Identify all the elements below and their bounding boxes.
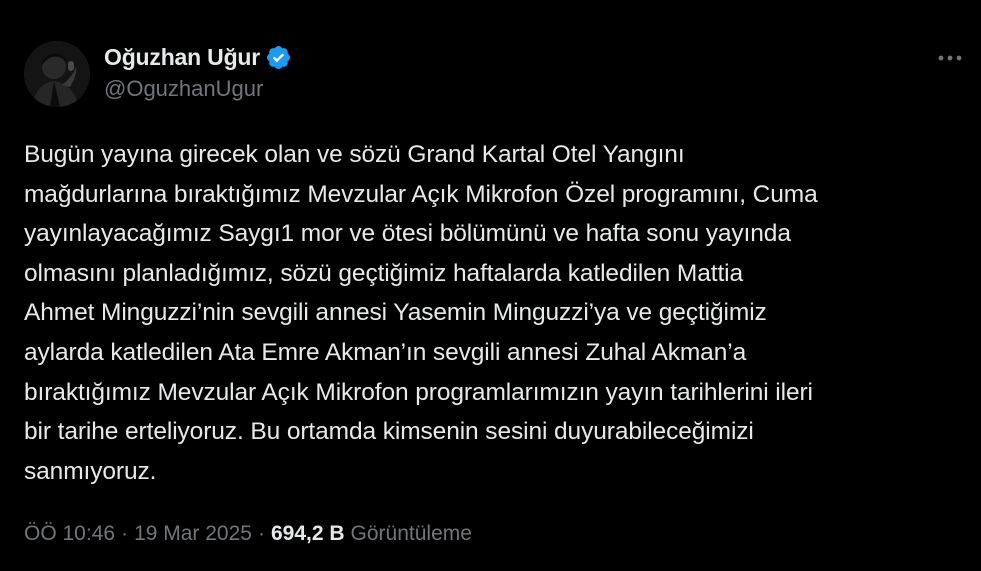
avatar-image — [24, 41, 90, 107]
tweet-time[interactable]: ÖÖ 10:46 — [24, 522, 115, 546]
tweet-date[interactable]: 19 Mar 2025 — [134, 522, 252, 546]
views-label[interactable]: Görüntüleme — [351, 522, 472, 546]
author-display-name[interactable]: Oğuzhan Uğur — [104, 44, 260, 71]
verified-badge-icon[interactable] — [265, 44, 292, 71]
tweet-card: Oğuzhan Uğur @OguzhanUgur Bugün yayına g… — [0, 0, 981, 571]
avatar[interactable] — [24, 41, 90, 107]
views-count[interactable]: 694,2 B — [271, 522, 345, 546]
more-options-icon[interactable] — [935, 44, 965, 72]
author-name-row: Oğuzhan Uğur — [104, 40, 292, 74]
tweet-meta: ÖÖ 10:46 · 19 Mar 2025 · 694,2 B Görüntü… — [24, 518, 472, 550]
meta-separator: · — [257, 522, 265, 545]
meta-separator: · — [121, 522, 129, 545]
tweet-text: Bugün yayına girecek olan ve sözü Grand … — [24, 141, 818, 485]
author-handle[interactable]: @OguzhanUgur — [104, 76, 263, 102]
